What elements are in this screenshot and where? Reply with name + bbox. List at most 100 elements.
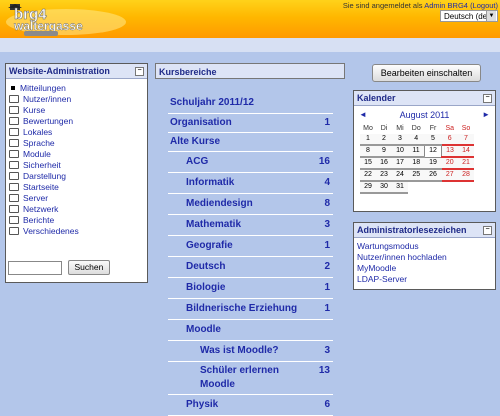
calendar-day[interactable]: 4 (408, 134, 425, 146)
bookmark-item[interactable]: Wartungsmodus (357, 241, 495, 252)
course-category-link[interactable]: ACG (186, 156, 208, 167)
edit-mode-button[interactable]: Bearbeiten einschalten (372, 64, 481, 82)
admin-menu-link[interactable]: Bewertungen (23, 116, 73, 126)
admin-menu-link[interactable]: Netzwerk (23, 204, 58, 214)
admin-menu-item[interactable]: Berichte (9, 215, 147, 226)
user-link[interactable]: Admin BRG4 (424, 1, 468, 10)
collapse-icon[interactable]: − (483, 94, 492, 103)
admin-menu-item[interactable]: Mitteilungen (9, 83, 147, 94)
course-category-row[interactable]: Schüler erlernen Moodle 13 (168, 362, 333, 395)
bookmark-link[interactable]: Nutzer/innen hochladen (357, 252, 447, 262)
bookmark-link[interactable]: Wartungsmodus (357, 241, 419, 251)
calendar-day[interactable]: 25 (408, 169, 425, 182)
course-category-link[interactable]: Was ist Moodle? (200, 345, 279, 356)
calendar-day[interactable]: 9 (376, 145, 392, 158)
course-category-row[interactable]: Informatik 4 (168, 173, 333, 194)
admin-menu-link[interactable]: Sicherheit (23, 160, 61, 170)
course-category-link[interactable]: Physik (186, 399, 218, 410)
calendar-day[interactable]: 21 (458, 157, 474, 170)
calendar-day[interactable]: 8 (360, 145, 376, 158)
course-category-link[interactable]: Moodle (186, 324, 221, 335)
bookmark-link[interactable]: MyMoodle (357, 263, 396, 273)
admin-menu-link[interactable]: Darstellung (23, 171, 66, 181)
calendar-day[interactable]: 11 (408, 145, 425, 158)
admin-menu-item[interactable]: Sicherheit (9, 160, 147, 171)
admin-search-input[interactable] (8, 260, 62, 275)
calendar-day[interactable]: 13 (441, 145, 458, 158)
calendar-day[interactable]: 14 (458, 145, 474, 158)
admin-menu-item[interactable]: Darstellung (9, 171, 147, 182)
logout-link[interactable]: (Logout) (470, 1, 498, 10)
calendar-day[interactable]: 28 (458, 169, 474, 182)
course-category-link[interactable]: Organisation (170, 117, 232, 128)
calendar-day[interactable]: 27 (441, 169, 458, 182)
calendar-day[interactable]: 17 (392, 157, 408, 170)
bookmark-item[interactable]: Nutzer/innen hochladen (357, 252, 495, 263)
course-category-row[interactable]: Schuljahr 2011/12 (168, 93, 333, 114)
admin-menu-item[interactable]: Bewertungen (9, 116, 147, 127)
bookmark-item[interactable]: LDAP-Server (357, 274, 495, 285)
course-category-link[interactable]: Schuljahr 2011/12 (170, 97, 254, 108)
admin-menu-link[interactable]: Nutzer/innen (23, 94, 71, 104)
course-category-row[interactable]: Alte Kurse (168, 133, 333, 152)
course-category-row[interactable]: Was ist Moodle? 3 (168, 341, 333, 362)
calendar-day[interactable]: 2 (376, 134, 392, 146)
language-select[interactable]: Deutsch (de) ▼ (440, 10, 498, 22)
admin-menu-item[interactable]: Kurse (9, 105, 147, 116)
calendar-day[interactable]: 30 (376, 181, 392, 194)
calendar-day[interactable]: 3 (392, 134, 408, 146)
admin-menu-item[interactable]: Verschiedenes (9, 226, 147, 237)
calendar-day[interactable]: 24 (392, 169, 408, 182)
admin-menu-item[interactable]: Nutzer/innen (9, 94, 147, 105)
bookmark-link[interactable]: LDAP-Server (357, 274, 407, 284)
admin-menu-link[interactable]: Startseite (23, 182, 59, 192)
course-category-link[interactable]: Bildnerische Erziehung (186, 303, 297, 314)
calendar-day[interactable]: 26 (424, 169, 442, 182)
search-button[interactable]: Suchen (67, 260, 111, 275)
course-category-row[interactable]: Mediendesign 8 (168, 194, 333, 215)
calendar-day[interactable]: 19 (424, 157, 442, 170)
next-month-icon[interactable]: ► (482, 109, 490, 121)
admin-menu-link[interactable]: Kurse (23, 105, 45, 115)
course-category-link[interactable]: Geografie (186, 240, 233, 251)
admin-menu-item[interactable]: Server (9, 193, 147, 204)
course-category-row[interactable]: Geografie 1 (168, 236, 333, 257)
admin-menu-link[interactable]: Verschiedenes (23, 226, 79, 236)
calendar-day[interactable]: 6 (441, 134, 458, 146)
course-category-link[interactable]: Schüler erlernen Moodle (200, 362, 300, 392)
calendar-day[interactable]: 7 (458, 134, 474, 146)
course-category-link[interactable]: Biologie (186, 282, 225, 293)
calendar-day[interactable]: 22 (360, 169, 376, 182)
admin-menu-link[interactable]: Server (23, 193, 48, 203)
admin-menu-item[interactable]: Module (9, 149, 147, 160)
calendar-month-link[interactable]: August 2011 (400, 110, 450, 120)
brg4-logo[interactable]: brg4 waltergasse (4, 2, 134, 36)
chevron-down-icon[interactable]: ▼ (486, 11, 496, 21)
course-category-row[interactable]: ACG 16 (168, 152, 333, 173)
course-category-row[interactable]: Bildnerische Erziehung 1 (168, 299, 333, 320)
course-category-row[interactable]: Physik 6 (168, 395, 333, 416)
calendar-day[interactable]: 16 (376, 157, 392, 170)
admin-menu-item[interactable]: Netzwerk (9, 204, 147, 215)
calendar-day[interactable]: 20 (441, 157, 458, 170)
course-category-row[interactable]: Moodle (168, 320, 333, 341)
prev-month-icon[interactable]: ◄ (359, 109, 367, 121)
bookmark-item[interactable]: MyMoodle (357, 263, 495, 274)
course-category-link[interactable]: Deutsch (186, 261, 225, 272)
calendar-day-today[interactable]: 12 (424, 144, 442, 158)
calendar-day[interactable]: 5 (424, 134, 442, 146)
course-category-row[interactable]: Mathematik 3 (168, 215, 333, 236)
calendar-day[interactable]: 15 (360, 157, 376, 170)
calendar-day[interactable]: 31 (392, 181, 408, 194)
course-category-row[interactable]: Deutsch 2 (168, 257, 333, 278)
admin-menu-item[interactable]: Startseite (9, 182, 147, 193)
collapse-icon[interactable]: − (135, 67, 144, 76)
course-category-link[interactable]: Informatik (186, 177, 234, 188)
course-category-row[interactable]: Organisation 1 (168, 114, 333, 133)
admin-menu-item[interactable]: Sprache (9, 138, 147, 149)
collapse-icon[interactable]: − (483, 226, 492, 235)
admin-menu-link[interactable]: Lokales (23, 127, 52, 137)
admin-menu-link[interactable]: Berichte (23, 215, 54, 225)
admin-menu-link[interactable]: Module (23, 149, 51, 159)
calendar-day[interactable]: 18 (408, 157, 425, 170)
